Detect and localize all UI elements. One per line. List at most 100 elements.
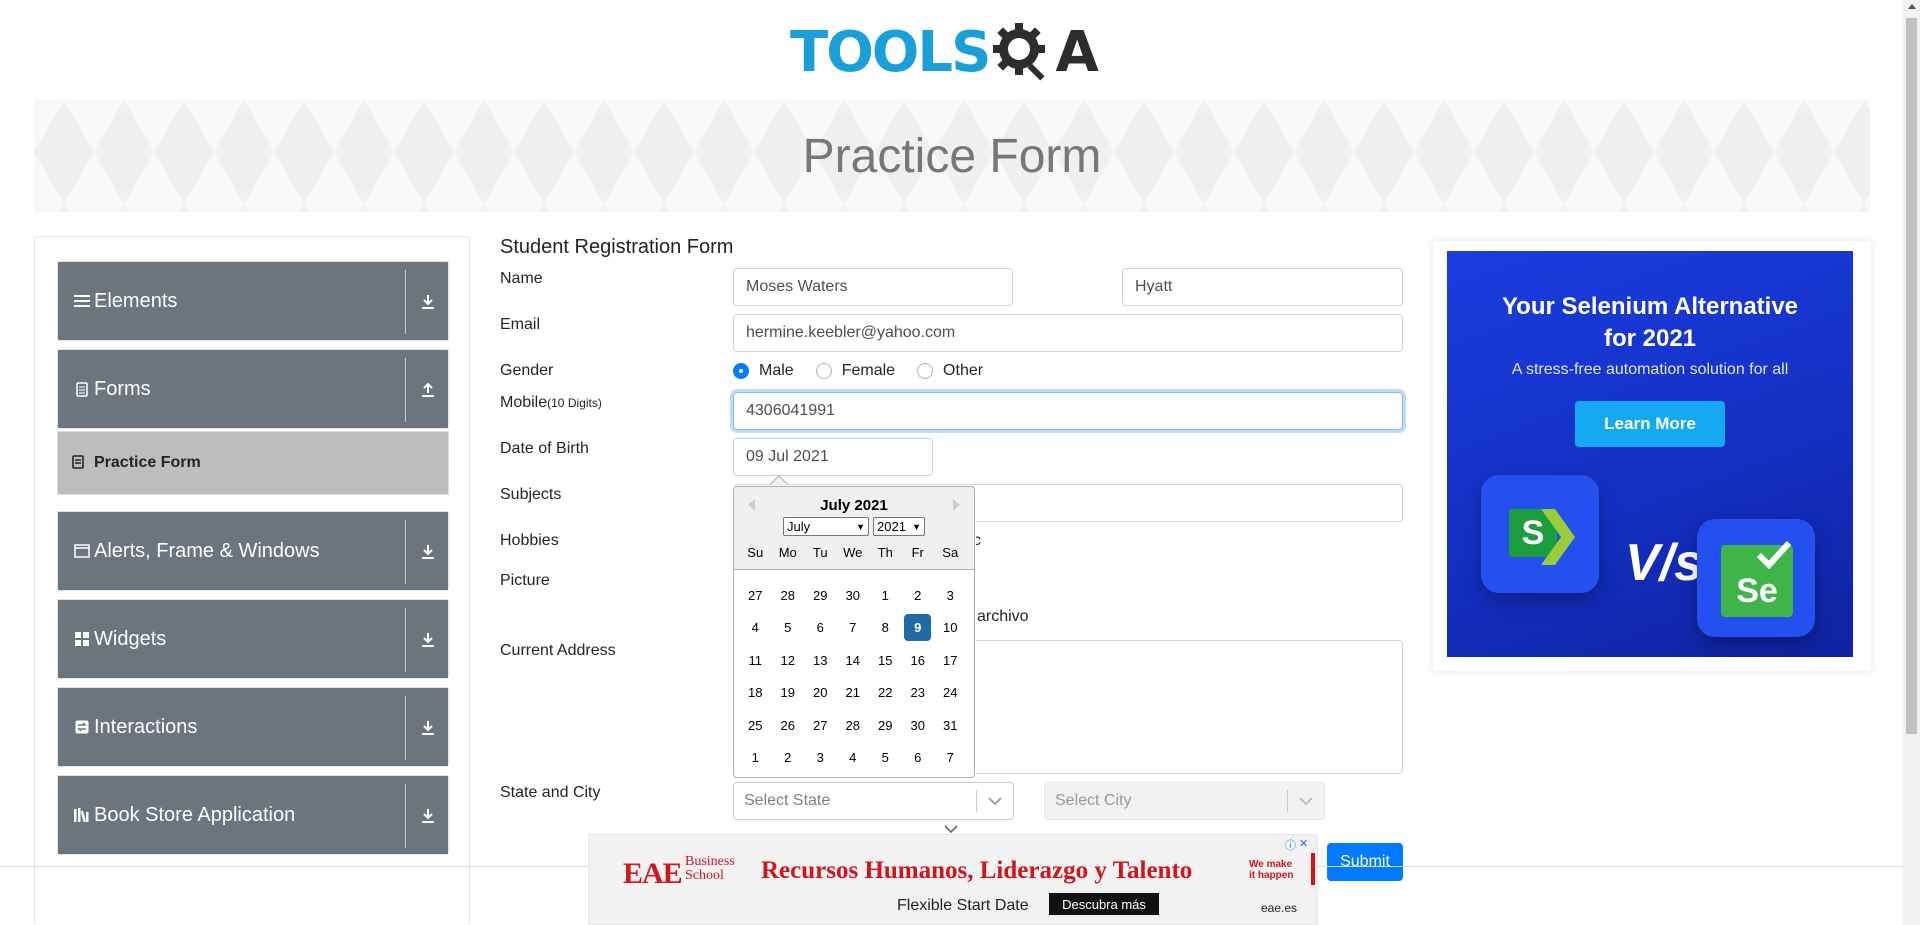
ad-subtitle: A stress-free automation solution for al… <box>1511 361 1789 378</box>
calendar-day[interactable]: 16 <box>902 647 935 674</box>
chevron-right-icon <box>1541 509 1575 565</box>
ad-cta-button[interactable]: Descubra más <box>1049 893 1159 915</box>
year-select[interactable]: 2021 ▼ <box>873 517 925 536</box>
weekday-label: Mo <box>778 545 797 560</box>
next-month-icon[interactable] <box>953 499 960 511</box>
calendar-day[interactable]: 2 <box>902 582 935 609</box>
calendar-day[interactable]: 7 <box>837 614 870 641</box>
calendar-day[interactable]: 27 <box>739 582 772 609</box>
sidebar-group-elements[interactable]: Elements <box>57 261 449 341</box>
calendar-day[interactable]: 1 <box>739 744 772 771</box>
gender-other-radio[interactable]: Other <box>917 362 983 380</box>
learn-more-button[interactable]: Learn More <box>1575 401 1725 447</box>
download-icon[interactable] <box>416 804 440 828</box>
upload-icon[interactable] <box>416 378 440 402</box>
email-input[interactable]: hermine.keebler@yahoo.com <box>733 314 1403 352</box>
submit-button[interactable]: Submit <box>1327 843 1403 881</box>
file-input-partial-label[interactable]: archivo <box>977 608 1029 626</box>
calendar-week-row: 11 12 13 14 15 16 17 <box>739 644 967 677</box>
calendar-weekday-row: Su Mo Tu We Th Fr Sa <box>739 545 967 560</box>
first-name-input[interactable]: Moses Waters <box>733 268 1013 306</box>
gender-female-radio[interactable]: Female <box>815 362 895 380</box>
calendar-day[interactable]: 28 <box>772 582 805 609</box>
calendar-week-row: 4 5 6 7 8 9 10 <box>739 612 967 645</box>
calendar-day[interactable]: 5 <box>869 744 902 771</box>
calendar-day[interactable]: 21 <box>837 679 870 706</box>
calendar-day[interactable]: 1 <box>869 582 902 609</box>
last-name-input[interactable]: Hyatt <box>1122 268 1403 306</box>
calendar-day[interactable]: 20 <box>804 679 837 706</box>
download-icon[interactable] <box>416 540 440 564</box>
calendar-day[interactable]: 31 <box>934 712 967 739</box>
email-label: Email <box>500 316 541 333</box>
sidebar-item-label: Practice Form <box>94 454 201 471</box>
calendar-day-grid: 27 28 29 30 1 2 3 4 5 6 7 8 9 10 11 12 13 14 15 16 17 18 19 20 2… <box>739 579 967 774</box>
calendar-day[interactable]: 30 <box>902 712 935 739</box>
calendar-day[interactable]: 6 <box>804 614 837 641</box>
state-select[interactable]: Select State <box>733 782 1014 820</box>
sidebar-group-forms[interactable]: Forms <box>57 349 449 429</box>
mobile-input[interactable]: 4306041991 <box>733 392 1403 430</box>
calendar-day[interactable]: 23 <box>902 679 935 706</box>
radio-unchecked[interactable] <box>815 363 832 379</box>
calendar-day[interactable]: 12 <box>772 647 805 674</box>
date-of-birth-input[interactable]: 09 Jul 2021 <box>733 438 933 476</box>
download-icon[interactable] <box>416 716 440 740</box>
gender-male-radio[interactable]: Male <box>733 362 794 380</box>
calendar-week-row: 25 26 27 28 29 30 31 <box>739 709 967 742</box>
city-select[interactable]: Select City <box>1044 782 1325 820</box>
ad-title: Your Selenium Alternative for 2021 <box>1447 291 1853 355</box>
info-icon[interactable]: ⓘ <box>1285 837 1296 853</box>
calendar-day[interactable]: 17 <box>934 647 967 674</box>
calendar-day[interactable]: 14 <box>837 647 870 674</box>
calendar-day[interactable]: 7 <box>934 744 967 771</box>
calendar-day[interactable]: 3 <box>804 744 837 771</box>
calendar-day[interactable]: 11 <box>739 647 772 674</box>
calendar-day[interactable]: 29 <box>869 712 902 739</box>
sidebar-group-book-store[interactable]: Book Store Application <box>57 775 449 855</box>
calendar-day[interactable]: 10 <box>934 614 967 641</box>
calendar-day[interactable]: 5 <box>772 614 805 641</box>
download-icon[interactable] <box>416 290 440 314</box>
calendar-day[interactable]: 4 <box>739 614 772 641</box>
calendar-day[interactable]: 8 <box>869 614 902 641</box>
scrollbar[interactable] <box>1903 0 1920 925</box>
sidebar-group-alerts[interactable]: Alerts, Frame & Windows <box>57 511 449 591</box>
chevron-down-icon[interactable] <box>977 797 1013 805</box>
calendar-day[interactable]: 6 <box>902 744 935 771</box>
calendar-day[interactable]: 18 <box>739 679 772 706</box>
radio-checked[interactable] <box>733 363 749 379</box>
month-select[interactable]: July ▼ <box>783 517 869 536</box>
toolsqa-logo[interactable]: TOOLS A <box>790 14 1099 90</box>
chevron-down-icon[interactable] <box>1288 797 1324 805</box>
calendar-day[interactable]: 15 <box>869 647 902 674</box>
bottom-ad-banner[interactable]: EAE Business School Recursos Humanos, Li… <box>588 834 1318 925</box>
calendar-day[interactable]: 29 <box>804 582 837 609</box>
download-icon[interactable] <box>416 628 440 652</box>
divider <box>405 784 406 848</box>
sidebar-group-widgets[interactable]: Widgets <box>57 599 449 679</box>
sidebar-item-practice-form[interactable]: Practice Form <box>57 431 449 495</box>
calendar-day[interactable]: 19 <box>772 679 805 706</box>
sidebar-group-interactions[interactable]: Interactions <box>57 687 449 767</box>
calendar-day[interactable]: 4 <box>837 744 870 771</box>
scroll-up-arrow[interactable] <box>1908 4 1916 9</box>
calendar-day[interactable]: 13 <box>804 647 837 674</box>
scroll-thumb[interactable] <box>1906 18 1917 734</box>
calendar-month-title: July 2021 <box>820 497 888 514</box>
calendar-day-selected[interactable]: 9 <box>904 614 932 642</box>
calendar-day[interactable]: 2 <box>772 744 805 771</box>
selenium-alternative-ad[interactable]: Your Selenium Alternative for 2021 A str… <box>1447 251 1853 657</box>
calendar-day[interactable]: 28 <box>837 712 870 739</box>
calendar-day[interactable]: 26 <box>772 712 805 739</box>
logo-text: TOOLS <box>790 19 991 85</box>
calendar-day[interactable]: 3 <box>934 582 967 609</box>
calendar-day[interactable]: 30 <box>837 582 870 609</box>
close-icon[interactable]: ✕ <box>1299 837 1308 853</box>
calendar-day[interactable]: 24 <box>934 679 967 706</box>
radio-unchecked[interactable] <box>917 363 934 379</box>
calendar-day[interactable]: 25 <box>739 712 772 739</box>
ad-title-line: Your Selenium Alternative <box>1501 293 1799 320</box>
calendar-day[interactable]: 22 <box>869 679 902 706</box>
calendar-day[interactable]: 27 <box>804 712 837 739</box>
